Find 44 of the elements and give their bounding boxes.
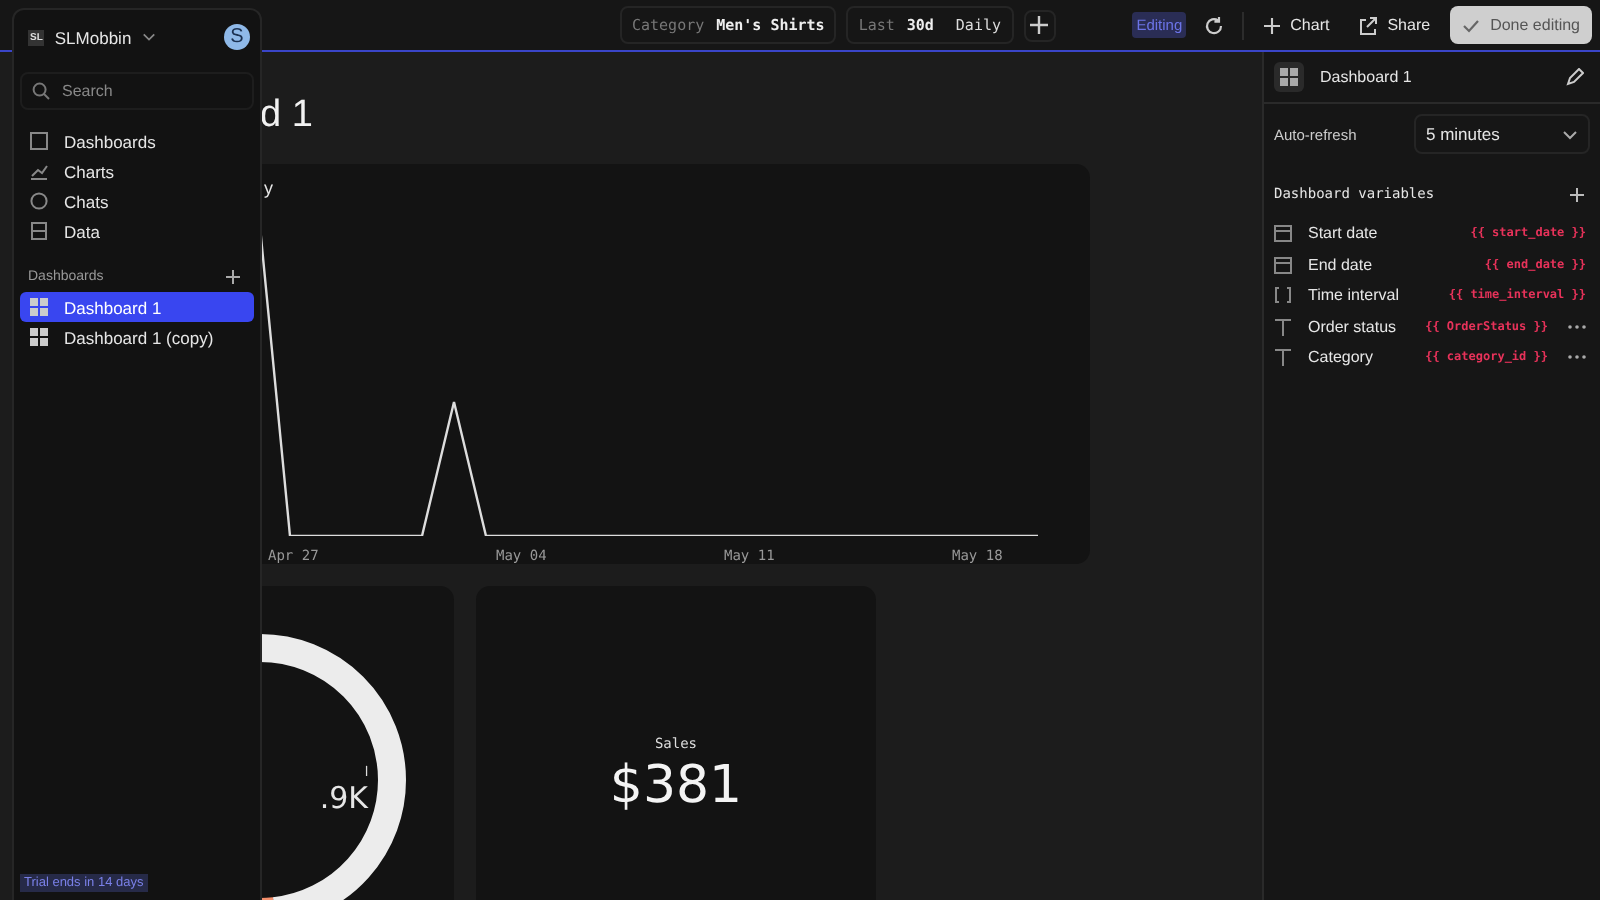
more-icon[interactable] bbox=[1568, 323, 1586, 330]
calendar-icon bbox=[1274, 255, 1292, 274]
metric-value: $381 bbox=[609, 756, 743, 816]
plus-icon[interactable] bbox=[1570, 187, 1584, 201]
nav-item[interactable]: Data bbox=[20, 216, 254, 246]
chart-line-icon bbox=[30, 162, 48, 180]
page-title: d 1 bbox=[260, 92, 313, 140]
calendar-icon bbox=[1274, 224, 1292, 243]
nav-item[interactable]: Dashboards bbox=[20, 126, 254, 156]
chat-icon bbox=[30, 192, 48, 210]
plus-icon bbox=[1030, 16, 1048, 34]
share-icon bbox=[1357, 15, 1378, 35]
chevron-down-icon bbox=[141, 32, 156, 42]
nav-item[interactable]: Charts bbox=[20, 156, 254, 186]
avatar[interactable]: S bbox=[224, 24, 250, 50]
grid-icon bbox=[30, 132, 48, 150]
add-filter-button[interactable] bbox=[1023, 9, 1055, 41]
text-icon bbox=[1274, 317, 1292, 336]
more-icon[interactable] bbox=[1568, 354, 1586, 361]
search-icon bbox=[32, 82, 50, 100]
metric-value: .9K bbox=[319, 780, 368, 816]
dashboard-item[interactable]: Dashboard 1 (copy) bbox=[20, 322, 254, 352]
pencil-icon[interactable] bbox=[1566, 68, 1584, 86]
add-chart-button[interactable]: Chart bbox=[1256, 8, 1338, 42]
chevron-down-icon bbox=[1562, 129, 1578, 139]
workspace-name[interactable]: SLMobbin bbox=[54, 27, 132, 47]
plus-icon bbox=[1264, 17, 1281, 33]
dashboard-item[interactable]: Dashboard 1 bbox=[20, 292, 254, 322]
card-title: y bbox=[264, 178, 273, 202]
check-icon bbox=[1462, 17, 1481, 33]
dashboard-icon bbox=[30, 298, 48, 316]
dashboard-icon bbox=[30, 328, 48, 346]
text-icon bbox=[1274, 348, 1292, 367]
database-icon bbox=[30, 222, 48, 240]
share-button[interactable]: Share bbox=[1349, 7, 1439, 43]
refresh-icon bbox=[1204, 15, 1225, 35]
plus-icon[interactable] bbox=[226, 270, 240, 284]
brackets-icon bbox=[1274, 286, 1292, 305]
dashboard-icon bbox=[1274, 62, 1304, 92]
panel-title: Dashboard 1 bbox=[1320, 68, 1414, 86]
nav-item[interactable]: Chats bbox=[20, 186, 254, 216]
done-editing-button[interactable]: Done editing bbox=[1450, 6, 1592, 44]
search-field[interactable]: Search bbox=[20, 72, 254, 110]
auto-refresh-select[interactable]: 5 minutes bbox=[1414, 114, 1590, 154]
